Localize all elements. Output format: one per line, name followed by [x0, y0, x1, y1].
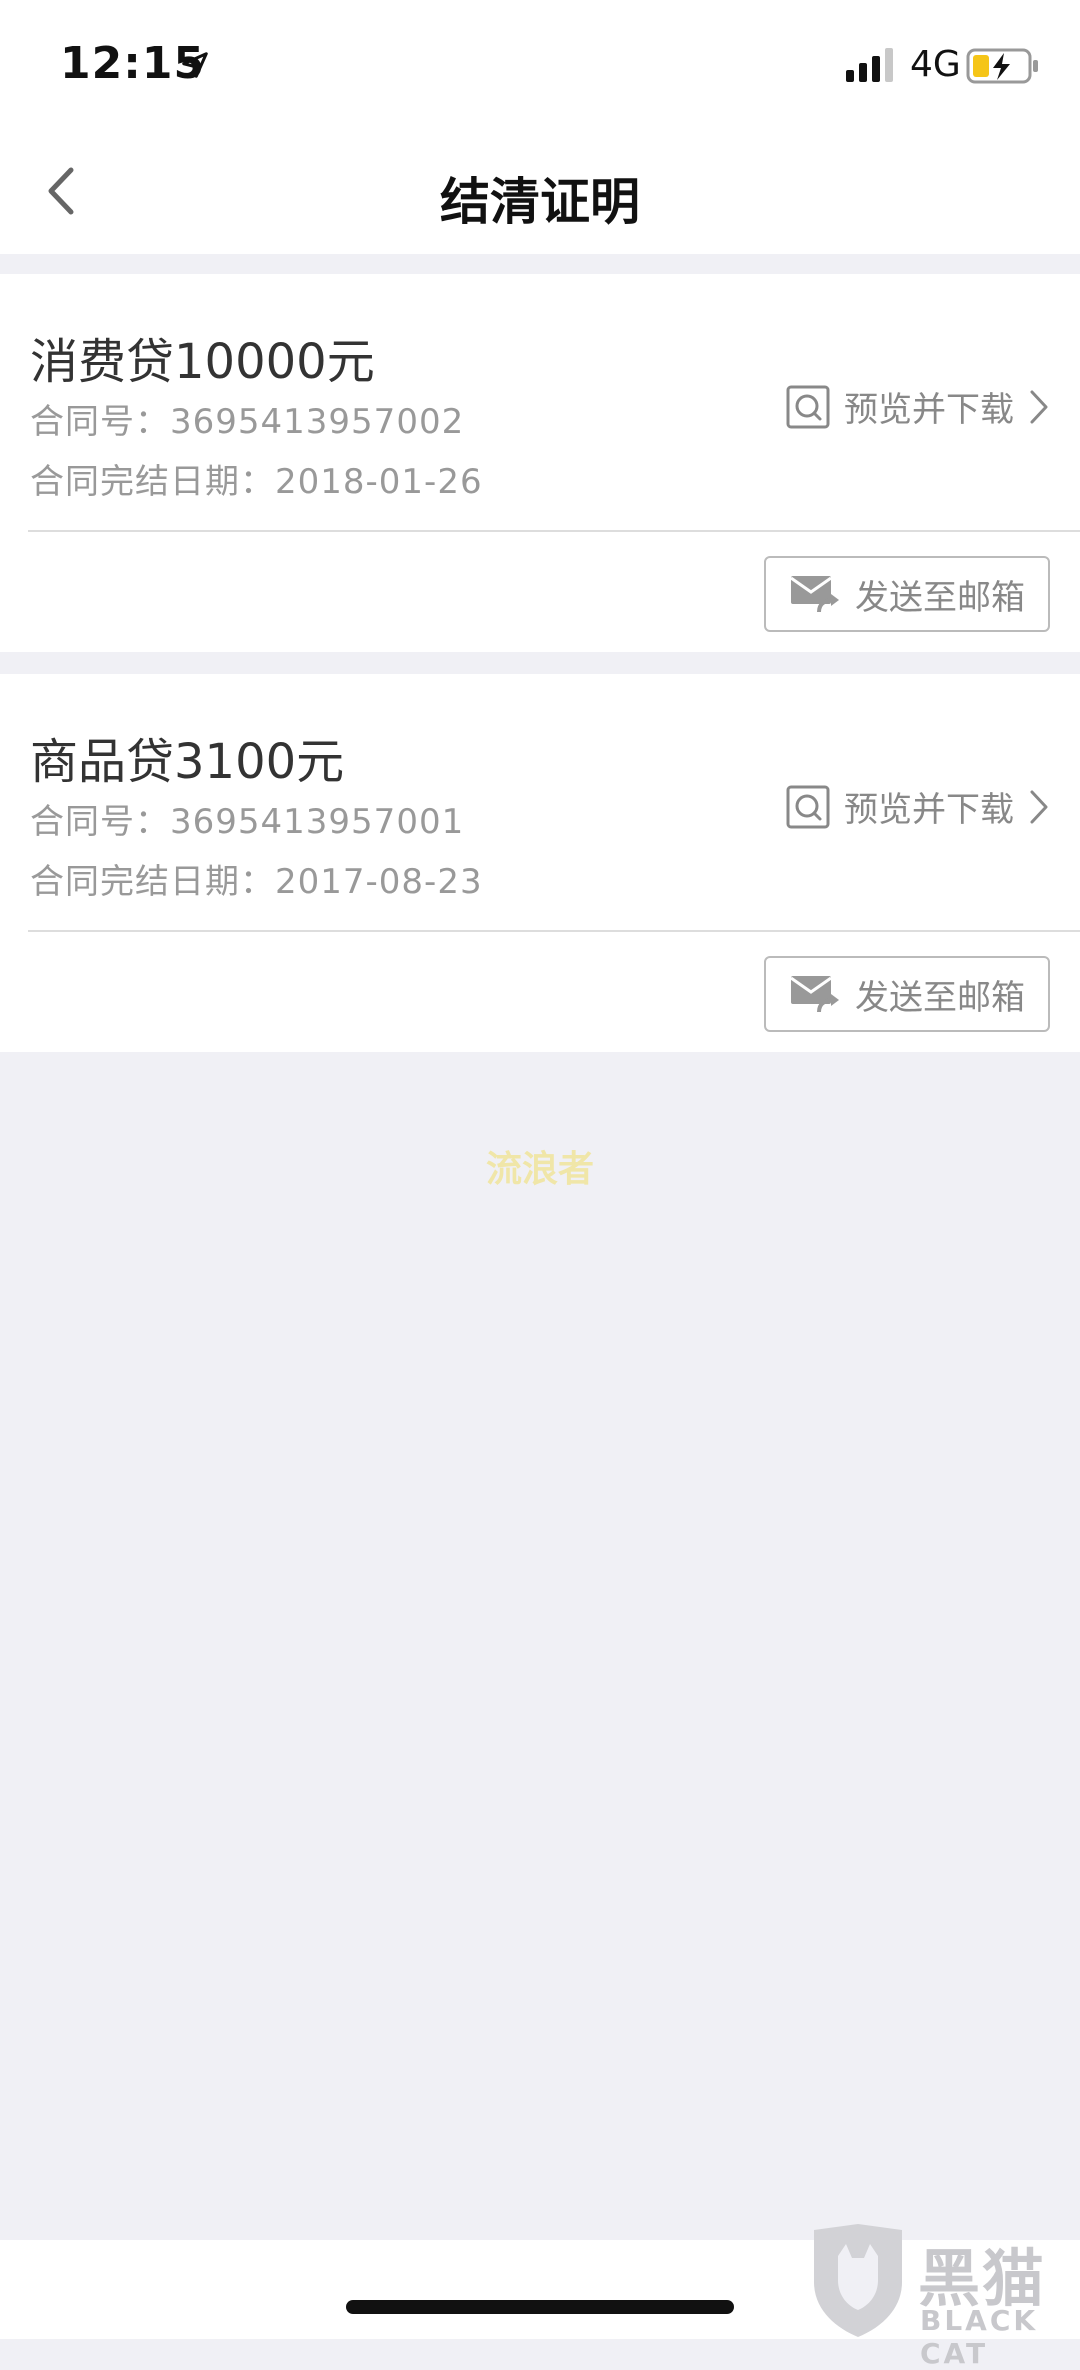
preview-download-link[interactable]: 预览并下载 [786, 382, 1050, 431]
loan-title: 商品贷3100元 [30, 734, 345, 790]
divider [28, 530, 1080, 532]
home-indicator[interactable] [346, 2300, 734, 2314]
brand-logo: 黑猫 BLACK CAT [808, 2222, 1080, 2370]
search-document-icon [786, 385, 830, 428]
nav-bar: 结清证明 [0, 130, 1080, 254]
send-to-email-button[interactable]: 发送至邮箱 [764, 956, 1050, 1032]
preview-download-label: 预览并下载 [844, 790, 1014, 830]
signal-icon [846, 48, 893, 82]
loan-card: 商品贷3100元 合同号：3695413957001 合同完结日期：2017-0… [0, 674, 1080, 1052]
page-title: 结清证明 [440, 173, 640, 231]
preview-download-link[interactable]: 预览并下载 [786, 782, 1050, 831]
contract-number: 合同号：3695413957001 [30, 802, 465, 842]
contract-end-date: 合同完结日期：2017-08-23 [30, 862, 483, 902]
preview-download-label: 预览并下载 [844, 390, 1014, 430]
watermark-text: 流浪者 [485, 1149, 594, 1190]
contract-number: 合同号：3695413957002 [30, 402, 465, 442]
battery-charging-icon [966, 48, 1038, 84]
network-label: 4G [910, 44, 961, 85]
cat-shield-icon [814, 2224, 902, 2337]
chevron-right-icon [1030, 390, 1048, 423]
loan-card: 消费贷10000元 合同号：3695413957002 合同完结日期：2018-… [0, 274, 1080, 652]
contract-end-date: 合同完结日期：2018-01-26 [30, 462, 483, 502]
send-to-email-label: 发送至邮箱 [855, 577, 1025, 618]
brand-name-en: BLACK CAT [920, 2304, 1039, 2370]
send-to-email-label: 发送至邮箱 [855, 977, 1025, 1018]
location-arrow-icon [182, 52, 208, 78]
loan-title: 消费贷10000元 [30, 334, 375, 390]
status-bar: 12:15 4G [0, 0, 1080, 130]
search-document-icon [786, 785, 830, 828]
divider [28, 930, 1080, 932]
send-to-email-button[interactable]: 发送至邮箱 [764, 556, 1050, 632]
mail-forward-icon [790, 976, 839, 1013]
mail-forward-icon [790, 576, 839, 613]
chevron-right-icon [1030, 790, 1048, 823]
